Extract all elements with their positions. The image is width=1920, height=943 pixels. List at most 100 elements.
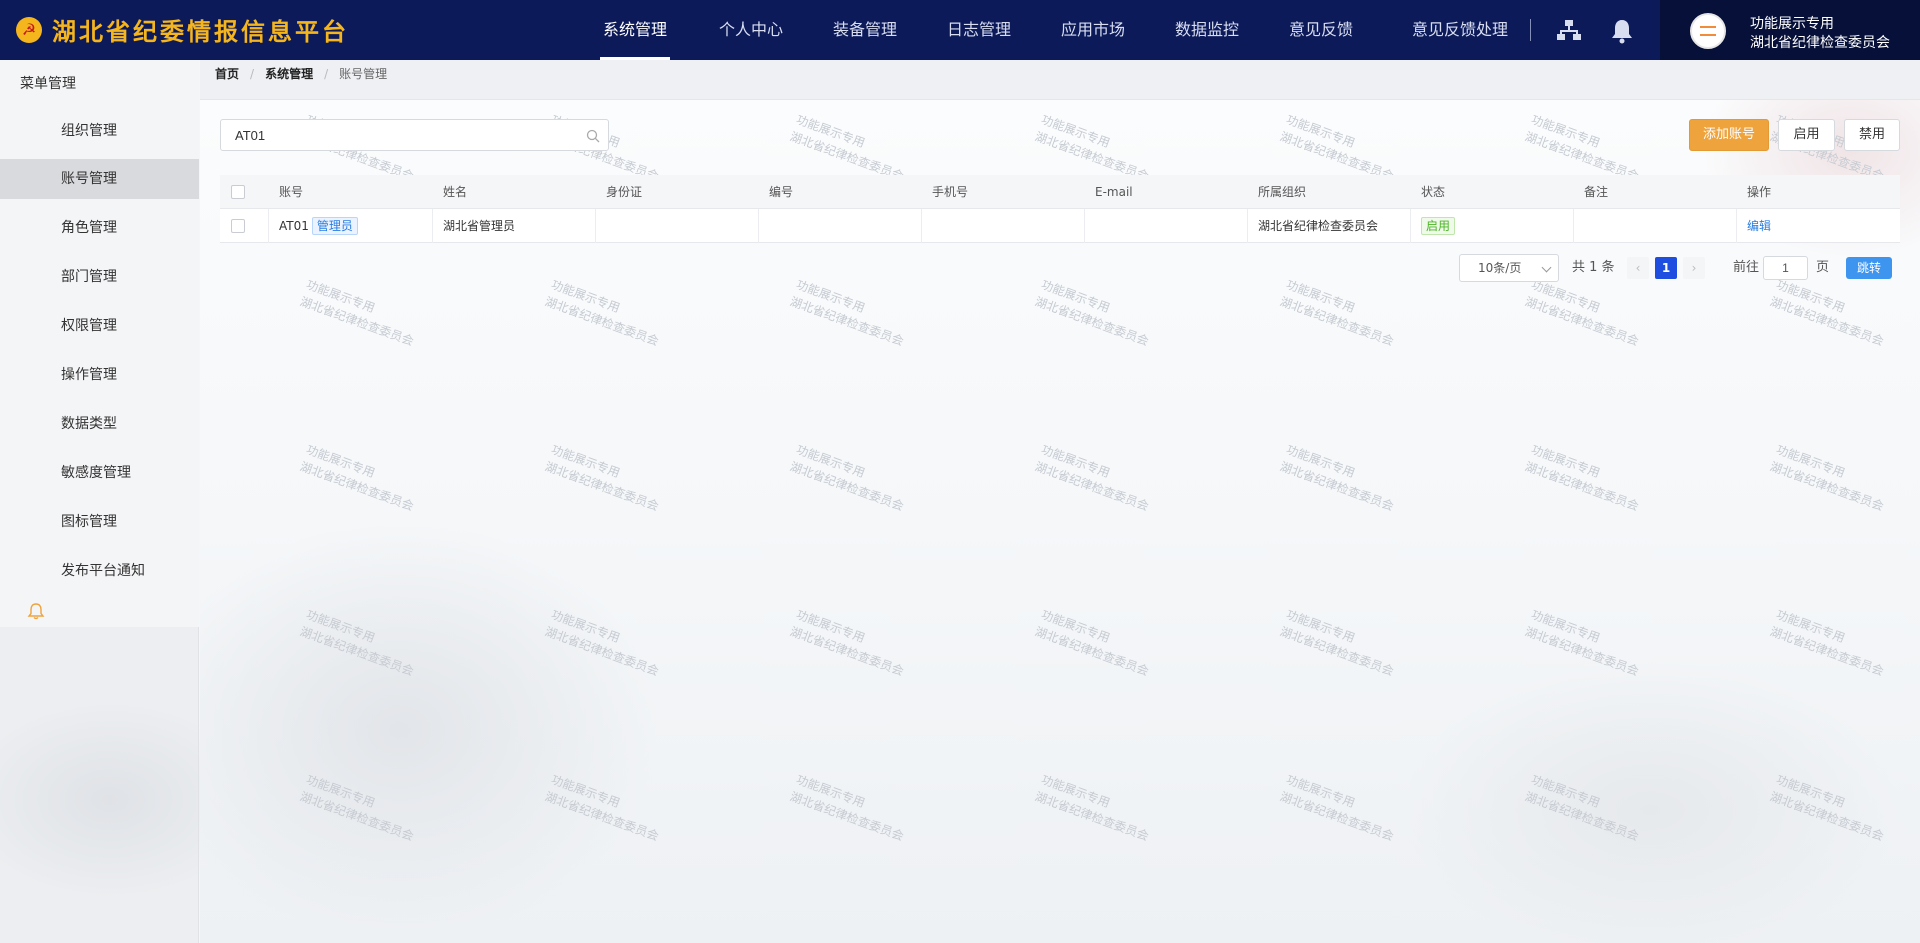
- watermark-line: 湖北省纪律检查委员会: [1033, 789, 1151, 844]
- add-account-button[interactable]: 添加账号: [1689, 119, 1769, 151]
- notification-bell-icon[interactable]: [27, 602, 45, 620]
- bell-icon[interactable]: [1610, 18, 1638, 44]
- watermark-line: 功能展示专用: [794, 607, 867, 646]
- breadcrumb: 首页 / 系统管理 / 账号管理: [215, 60, 387, 100]
- cell-email: [1085, 208, 1248, 243]
- nav-item-data-monitor[interactable]: 数据监控: [1172, 0, 1242, 60]
- row-select-cell: [220, 208, 269, 243]
- page-size-value: 10条/页: [1478, 261, 1522, 275]
- watermark-line: 湖北省纪律检查委员会: [788, 789, 906, 844]
- watermark-text: 功能展示专用湖北省纪律检查委员会: [787, 276, 912, 351]
- sitemap-icon[interactable]: [1556, 18, 1584, 44]
- sidebar-item-operations[interactable]: 操作管理: [0, 355, 199, 395]
- watermark-text: 功能展示专用湖北省纪律检查委员会: [1522, 441, 1647, 516]
- sidebar-item-org[interactable]: 组织管理: [0, 111, 199, 151]
- watermark-line: 湖北省纪律检查委员会: [1768, 459, 1886, 514]
- row-checkbox[interactable]: [231, 218, 245, 233]
- watermark-line: 湖北省纪律检查委员会: [298, 459, 416, 514]
- user-panel[interactable]: 功能展示专用 湖北省纪律检查委员会: [1660, 0, 1920, 60]
- watermark-line: 功能展示专用: [1039, 277, 1112, 316]
- watermark-line: 湖北省纪律检查委员会: [788, 624, 906, 679]
- sidebar-item-sensitivity[interactable]: 敏感度管理: [0, 453, 199, 493]
- jump-button[interactable]: 跳转: [1846, 257, 1892, 279]
- cell-phone: [922, 208, 1085, 243]
- cell-account: AT01 管理员: [269, 208, 433, 243]
- watermark-line: 功能展示专用: [549, 772, 622, 811]
- sidebar-item-roles[interactable]: 角色管理: [0, 208, 199, 248]
- watermark-line: 功能展示专用: [1284, 772, 1357, 811]
- search-input[interactable]: [220, 119, 609, 151]
- page-size-select[interactable]: 10条/页: [1459, 254, 1559, 282]
- watermark-line: 功能展示专用: [304, 277, 377, 316]
- watermark-line: 功能展示专用: [549, 442, 622, 481]
- next-page-button[interactable]: ›: [1683, 257, 1705, 279]
- nav-item-system[interactable]: 系统管理: [600, 0, 670, 60]
- watermark-line: 湖北省纪律检查委员会: [1278, 624, 1396, 679]
- watermark-line: 功能展示专用: [1284, 607, 1357, 646]
- select-all-cell: [220, 175, 269, 209]
- sidebar-item-icons[interactable]: 图标管理: [0, 502, 199, 542]
- prev-page-button[interactable]: ‹: [1627, 257, 1649, 279]
- watermark-line: 湖北省纪律检查委员会: [1523, 789, 1641, 844]
- cell-name: 湖北省管理员: [433, 208, 596, 243]
- cell-operation: 编辑: [1737, 209, 1900, 243]
- page-number-button[interactable]: 1: [1655, 257, 1677, 279]
- watermark-line: 湖北省纪律检查委员会: [1523, 294, 1641, 349]
- account-id: AT01: [279, 218, 309, 233]
- app-logo[interactable]: ☭ 湖北省纪委情报信息平台: [16, 12, 349, 47]
- sidebar-item-publish-notice[interactable]: 发布平台通知: [0, 551, 199, 591]
- watermark-line: 湖北省纪律检查委员会: [543, 294, 661, 349]
- nav-item-personal[interactable]: 个人中心: [716, 0, 786, 60]
- sidebar-item-accounts[interactable]: 账号管理: [0, 159, 199, 199]
- watermark-line: 功能展示专用: [1039, 112, 1112, 151]
- table-row[interactable]: AT01 管理员 湖北省管理员 湖北省纪律检查委员会 启用 编辑: [220, 208, 1900, 243]
- nav-item-logs[interactable]: 日志管理: [944, 0, 1014, 60]
- breadcrumb-system[interactable]: 系统管理: [265, 60, 313, 100]
- user-role-label: 功能展示专用: [1750, 16, 1834, 32]
- nav-item-feedback[interactable]: 意见反馈: [1286, 0, 1356, 60]
- watermark-text: 功能展示专用湖北省纪律检查委员会: [1277, 441, 1402, 516]
- watermark-text: 功能展示专用湖北省纪律检查委员会: [1522, 771, 1647, 846]
- watermark-text: 功能展示专用湖北省纪律检查委员会: [542, 771, 667, 846]
- watermark-line: 湖北省纪律检查委员会: [1278, 789, 1396, 844]
- watermark-text: 功能展示专用湖北省纪律检查委员会: [297, 606, 422, 681]
- column-header: E-mail: [1095, 184, 1133, 199]
- nav-item-feedback-handling[interactable]: 意见反馈处理: [1410, 0, 1510, 60]
- search-icon[interactable]: [586, 129, 600, 143]
- column-header: 姓名: [443, 184, 468, 199]
- watermark-text: 功能展示专用湖北省纪律检查委员会: [297, 276, 422, 351]
- edit-link[interactable]: 编辑: [1747, 219, 1771, 233]
- watermark-text: 功能展示专用湖北省纪律检查委员会: [1032, 771, 1157, 846]
- cell-number: [759, 208, 922, 243]
- enable-button[interactable]: 启用: [1778, 119, 1835, 151]
- watermark-text: 功能展示专用湖北省纪律检查委员会: [1032, 606, 1157, 681]
- watermark-line: 功能展示专用: [794, 277, 867, 316]
- watermark-line: 湖北省纪律检查委员会: [1523, 624, 1641, 679]
- sidebar-item-departments[interactable]: 部门管理: [0, 257, 199, 297]
- watermark-line: 湖北省纪律检查委员会: [298, 624, 416, 679]
- avatar[interactable]: [1690, 13, 1726, 49]
- watermark-line: 湖北省纪律检查委员会: [1033, 624, 1151, 679]
- breadcrumb-home[interactable]: 首页: [215, 60, 239, 100]
- nav-item-equipment[interactable]: 装备管理: [830, 0, 900, 60]
- breadcrumb-bar: 首页 / 系统管理 / 账号管理: [200, 60, 1920, 100]
- sidebar-item-data-types[interactable]: 数据类型: [0, 404, 199, 444]
- nav-item-app-market[interactable]: 应用市场: [1058, 0, 1128, 60]
- watermark-text: 功能展示专用湖北省纪律检查委员会: [1522, 276, 1647, 351]
- watermark-line: 湖北省纪律检查委员会: [1278, 459, 1396, 514]
- watermark-text: 功能展示专用湖北省纪律检查委员会: [1032, 276, 1157, 351]
- watermark-line: 功能展示专用: [304, 442, 377, 481]
- sidebar-item-permissions[interactable]: 权限管理: [0, 306, 199, 346]
- main-content: 功能展示专用湖北省纪律检查委员会功能展示专用湖北省纪律检查委员会功能展示专用湖北…: [200, 100, 1920, 943]
- top-header: ☭ 湖北省纪委情报信息平台 系统管理 个人中心 装备管理 日志管理 应用市场 数…: [0, 0, 1920, 60]
- goto-page-input[interactable]: [1763, 256, 1808, 280]
- watermark-text: 功能展示专用湖北省纪律检查委员会: [1277, 771, 1402, 846]
- watermark-text: 功能展示专用湖北省纪律检查委员会: [787, 441, 912, 516]
- watermark-line: 功能展示专用: [304, 607, 377, 646]
- watermark-line: 功能展示专用: [794, 442, 867, 481]
- column-header: 所属组织: [1258, 184, 1307, 199]
- disable-button[interactable]: 禁用: [1844, 119, 1900, 151]
- select-all-checkbox[interactable]: [231, 184, 245, 199]
- watermark-text: 功能展示专用湖北省纪律检查委员会: [297, 771, 422, 846]
- watermark-line: 湖北省纪律检查委员会: [1768, 294, 1886, 349]
